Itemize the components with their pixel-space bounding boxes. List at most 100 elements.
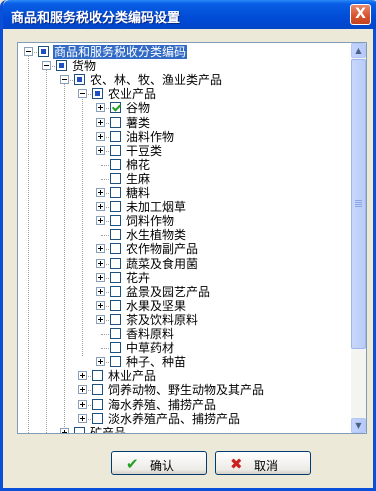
tree-node[interactable]: 水生植物类 xyxy=(18,228,351,242)
tree-node[interactable]: 茶及饮料原料 xyxy=(18,313,351,327)
tree-node[interactable]: 薯类 xyxy=(18,116,351,130)
tree-node[interactable]: 种子、种苗 xyxy=(18,355,351,369)
expand-icon[interactable] xyxy=(96,131,105,141)
expand-icon[interactable] xyxy=(96,202,105,212)
tree-checkbox[interactable] xyxy=(92,88,103,100)
tree-checkbox[interactable] xyxy=(110,158,121,170)
tree-node[interactable]: 农、林、牧、渔业类产品 xyxy=(18,73,351,87)
tree-node[interactable]: 林业产品 xyxy=(18,369,351,383)
tree-node-label: 蔬菜及食用菌 xyxy=(126,256,199,271)
scrollbar-thumb[interactable] xyxy=(351,59,366,349)
cancel-button[interactable]: ✖ 取消 xyxy=(215,451,311,475)
tree-node[interactable]: 香料原料 xyxy=(18,327,351,341)
tree-node-label: 糖料 xyxy=(126,186,151,200)
tree-checkbox[interactable] xyxy=(110,187,121,198)
expand-icon[interactable] xyxy=(96,188,105,197)
tree-checkbox[interactable] xyxy=(92,398,103,410)
expand-icon[interactable] xyxy=(96,272,105,282)
expand-icon[interactable] xyxy=(96,145,105,155)
tree-node-label: 种子、种苗 xyxy=(126,355,187,370)
tree-checkbox[interactable] xyxy=(110,313,121,325)
collapse-icon[interactable] xyxy=(60,75,69,85)
tree-checkbox[interactable] xyxy=(110,116,121,128)
tree-node[interactable]: 海水养殖、捕捞产品 xyxy=(18,398,351,412)
collapse-icon[interactable] xyxy=(42,61,51,71)
tree-node[interactable]: 货物 xyxy=(18,59,351,73)
tree-connector xyxy=(101,178,109,180)
tree-checkbox[interactable] xyxy=(110,243,121,255)
expand-icon[interactable] xyxy=(96,117,105,127)
tree-node[interactable]: 盆景及园艺产品 xyxy=(18,285,351,299)
expand-icon[interactable] xyxy=(96,357,105,367)
expand-icon[interactable] xyxy=(96,244,105,254)
expand-icon[interactable] xyxy=(96,103,105,113)
tree-checkbox[interactable] xyxy=(110,130,121,142)
tree-checkbox[interactable] xyxy=(74,74,85,86)
tree-node[interactable]: 未加工烟草 xyxy=(18,200,351,214)
tree-checkbox[interactable] xyxy=(74,426,85,433)
tree-node[interactable]: 农作物副产品 xyxy=(18,242,351,256)
tree-checkbox[interactable] xyxy=(110,229,121,241)
tree-node[interactable]: 干豆类 xyxy=(18,144,351,158)
expand-icon[interactable] xyxy=(96,300,105,310)
tree-checkbox[interactable] xyxy=(110,201,121,213)
tree-node[interactable]: 农业产品 xyxy=(18,87,351,101)
tree-node[interactable]: 糖料 xyxy=(18,186,351,200)
tree-checkbox[interactable] xyxy=(92,384,103,396)
tree-node[interactable]: 油料作物 xyxy=(18,130,351,144)
tree-node[interactable]: 生麻 xyxy=(18,172,351,186)
expand-icon[interactable] xyxy=(96,216,105,226)
tree-node[interactable]: 中草药材 xyxy=(18,341,351,355)
scroll-down-button[interactable]: ▼ xyxy=(351,418,366,433)
tree-node-label: 农作物副产品 xyxy=(126,242,199,257)
vertical-scrollbar[interactable]: ▲ ▼ xyxy=(351,43,366,433)
tree-node-label: 盆景及园艺产品 xyxy=(126,284,211,299)
tree-checkbox[interactable] xyxy=(110,285,121,297)
tree-node[interactable]: 花卉 xyxy=(18,271,351,285)
tree-checkbox[interactable] xyxy=(110,215,121,227)
expand-icon[interactable] xyxy=(78,413,87,423)
collapse-icon[interactable] xyxy=(24,47,33,56)
tree-checkbox[interactable] xyxy=(110,271,121,283)
tree-checkbox[interactable] xyxy=(110,299,121,311)
tree-checkbox[interactable] xyxy=(110,172,121,184)
tree-checkbox[interactable] xyxy=(110,144,121,156)
tree-checkbox[interactable] xyxy=(110,342,121,354)
tree-connector xyxy=(101,164,109,166)
tree-checkbox[interactable] xyxy=(92,412,103,424)
title-bar[interactable]: 商品和服务税收分类编码设置 X xyxy=(3,0,376,29)
tree-checkbox[interactable] xyxy=(38,46,49,57)
expand-icon[interactable] xyxy=(78,399,87,409)
tree-checkbox[interactable] xyxy=(92,370,103,382)
tree-node[interactable]: 淡水养殖产品、捕捞产品 xyxy=(18,412,351,426)
tree-node[interactable]: 商品和服务税收分类编码 xyxy=(18,45,351,59)
expand-icon[interactable] xyxy=(96,286,105,296)
tree-node[interactable]: 饲养动物、野生动物及其产品 xyxy=(18,383,351,397)
tree-checkbox[interactable] xyxy=(110,257,121,269)
expand-icon[interactable] xyxy=(78,385,87,395)
tree-node[interactable]: 矿产品 xyxy=(18,425,351,434)
expand-icon[interactable] xyxy=(60,427,69,433)
confirm-button[interactable]: ✔ 确认 xyxy=(111,451,207,475)
collapse-icon[interactable] xyxy=(78,89,87,99)
tree-checkbox[interactable] xyxy=(56,60,67,72)
tree-node-label: 矿产品 xyxy=(90,425,127,434)
tree-connector xyxy=(101,334,109,335)
tree-node[interactable]: 水果及坚果 xyxy=(18,299,351,313)
tree-checkbox[interactable] xyxy=(110,356,121,368)
close-button[interactable]: X xyxy=(350,4,371,25)
expand-icon[interactable] xyxy=(96,258,105,268)
tree-checkbox[interactable] xyxy=(110,102,121,114)
tree-node-label: 中草药材 xyxy=(126,341,175,356)
expand-icon[interactable] xyxy=(78,371,87,381)
tree-node-label: 商品和服务税收分类编码 xyxy=(53,45,188,59)
tree-node[interactable]: 谷物 xyxy=(18,101,351,115)
category-tree[interactable]: 商品和服务税收分类编码 货物 农、林、牧、渔业类产品 农业产品 谷物 薯类 油料作物 干豆类棉… xyxy=(17,42,367,434)
tree-checkbox[interactable] xyxy=(110,328,121,339)
tree-node[interactable]: 饲料作物 xyxy=(18,214,351,228)
tree-node[interactable]: 蔬菜及食用菌 xyxy=(18,257,351,271)
expand-icon[interactable] xyxy=(96,314,105,324)
tree-connector xyxy=(101,235,109,237)
scroll-up-button[interactable]: ▲ xyxy=(351,43,366,58)
tree-node[interactable]: 棉花 xyxy=(18,158,351,172)
